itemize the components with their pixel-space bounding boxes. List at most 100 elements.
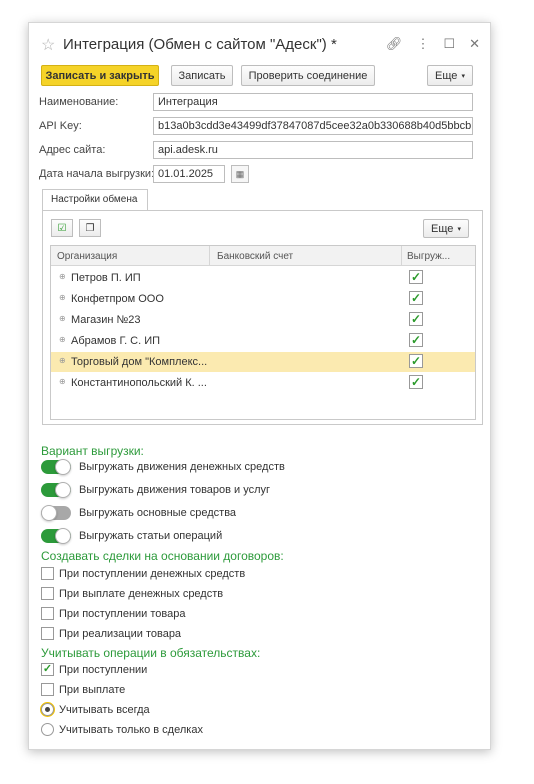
exchange-settings-panel: ☑ ❐ Еще ▾ Организация Банковский счет Вы… bbox=[42, 210, 483, 425]
check-all-icon: ☑ bbox=[57, 222, 67, 234]
table-row[interactable]: ⊕ Магазин №23 ✓ bbox=[51, 310, 475, 330]
window-controls: 🔗︎ ⋮ ☐ ✕ bbox=[386, 36, 480, 52]
org-name: Абрамов Г. С. ИП bbox=[71, 335, 161, 347]
name-row: Наименование: Интеграция bbox=[39, 93, 484, 111]
org-name: Константинопольский К. ... bbox=[71, 377, 207, 389]
radio-deals-only[interactable] bbox=[41, 723, 54, 736]
org-name: Конфетпром ООО bbox=[71, 293, 164, 305]
site-label: Адрес сайта: bbox=[39, 144, 106, 156]
form-window: ☆ Интеграция (Обмен с сайтом "Адеск") * … bbox=[28, 22, 491, 750]
export-checkbox[interactable]: ✓ bbox=[409, 291, 423, 305]
toggle-knob bbox=[55, 459, 71, 475]
tab-exchange-settings[interactable]: Настройки обмена bbox=[42, 189, 148, 211]
obligations-heading: Учитывать операции в обязательствах: bbox=[41, 646, 261, 660]
deal-sales-checkbox[interactable] bbox=[41, 627, 54, 640]
maximize-icon[interactable]: ☐ bbox=[443, 36, 455, 52]
check-connection-button[interactable]: Проверить соединение bbox=[241, 65, 375, 86]
start-date-row: Дата начала выгрузки: 01.01.2025 ▦ bbox=[39, 165, 484, 183]
deal-option-label: При поступлении товара bbox=[59, 608, 186, 620]
radio-label: Учитывать всегда bbox=[59, 704, 150, 716]
deal-money-in-checkbox[interactable] bbox=[41, 567, 54, 580]
toggle-money[interactable] bbox=[41, 459, 71, 475]
toggle-knob bbox=[41, 505, 57, 521]
column-divider bbox=[209, 246, 210, 266]
expand-icon[interactable]: ⊕ bbox=[59, 314, 66, 323]
org-name: Торговый дом "Комплекс... bbox=[71, 356, 208, 368]
deal-money-out-checkbox[interactable] bbox=[41, 587, 54, 600]
title-bar: ☆ Интеграция (Обмен с сайтом "Адеск") * … bbox=[29, 23, 490, 63]
save-and-close-button[interactable]: Записать и закрыть bbox=[41, 65, 159, 86]
calendar-icon[interactable]: ▦ bbox=[231, 165, 249, 183]
deals-heading: Создавать сделки на основании договоров: bbox=[41, 549, 284, 563]
toggle-knob bbox=[55, 482, 71, 498]
toggle-articles-label: Выгружать статьи операций bbox=[79, 530, 223, 542]
chevron-down-icon: ▾ bbox=[457, 225, 461, 233]
apikey-row: API Key: b13a0b3cdd3e43499df37847087d5ce… bbox=[39, 117, 484, 135]
table-row[interactable]: ⊕ Константинопольский К. ... ✓ bbox=[51, 373, 475, 393]
toggle-assets-label: Выгружать основные средства bbox=[79, 507, 237, 519]
expand-icon[interactable]: ⊕ bbox=[59, 377, 66, 386]
toggle-goods[interactable] bbox=[41, 482, 71, 498]
window-title: Интеграция (Обмен с сайтом "Адеск") * bbox=[63, 36, 337, 53]
export-checkbox[interactable]: ✓ bbox=[409, 270, 423, 284]
table-row[interactable]: ⊕ Петров П. ИП ✓ bbox=[51, 268, 475, 288]
deal-option-label: При поступлении денежных средств bbox=[59, 568, 246, 580]
more-button-label: Еще bbox=[435, 69, 458, 82]
save-button[interactable]: Записать bbox=[171, 65, 233, 86]
uncheck-all-button[interactable]: ❐ bbox=[79, 219, 101, 237]
toggle-knob bbox=[55, 528, 71, 544]
name-field[interactable]: Интеграция bbox=[153, 93, 473, 111]
table-row[interactable]: ⊕ Конфетпром ООО ✓ bbox=[51, 289, 475, 309]
grid-more-label: Еще bbox=[431, 222, 454, 235]
deal-option-label: При реализации товара bbox=[59, 628, 182, 640]
toggle-goods-label: Выгружать движения товаров и услуг bbox=[79, 484, 271, 496]
radio-label: Учитывать только в сделках bbox=[59, 724, 203, 736]
table-row[interactable]: ⊕ Абрамов Г. С. ИП ✓ bbox=[51, 331, 475, 351]
column-organization[interactable]: Организация bbox=[57, 251, 117, 262]
copy-icon: ❐ bbox=[85, 222, 95, 234]
link-icon[interactable]: 🔗︎ bbox=[386, 36, 403, 52]
obligation-option-label: При поступлении bbox=[59, 664, 148, 676]
obligation-payment-checkbox[interactable] bbox=[41, 683, 54, 696]
close-icon[interactable]: ✕ bbox=[469, 36, 480, 52]
check-all-button[interactable]: ☑ bbox=[51, 219, 73, 237]
org-name: Петров П. ИП bbox=[71, 272, 141, 284]
chevron-down-icon: ▾ bbox=[461, 72, 465, 80]
toggle-money-label: Выгружать движения денежных средств bbox=[79, 461, 285, 473]
toggle-articles[interactable] bbox=[41, 528, 71, 544]
star-icon[interactable]: ☆ bbox=[41, 35, 55, 55]
obligation-receipt-checkbox[interactable]: ✓ bbox=[41, 663, 54, 676]
site-row: Адрес сайта: api.adesk.ru bbox=[39, 141, 484, 159]
expand-icon[interactable]: ⊕ bbox=[59, 293, 66, 302]
organizations-table: Организация Банковский счет Выгруж... ⊕ … bbox=[50, 245, 476, 420]
start-date-label: Дата начала выгрузки: bbox=[39, 168, 155, 180]
obligation-option-label: При выплате bbox=[59, 684, 126, 696]
apikey-field[interactable]: b13a0b3cdd3e43499df37847087d5cee32a0b330… bbox=[153, 117, 473, 135]
more-vertical-icon[interactable]: ⋮ bbox=[416, 36, 429, 52]
grid-more-button[interactable]: Еще ▾ bbox=[423, 219, 469, 238]
deal-option-label: При выплате денежных средств bbox=[59, 588, 224, 600]
org-name: Магазин №23 bbox=[71, 314, 141, 326]
export-checkbox[interactable]: ✓ bbox=[409, 375, 423, 389]
column-export[interactable]: Выгруж... bbox=[407, 251, 450, 262]
table-row-selected[interactable]: ⊕ Торговый дом "Комплекс... ✓ bbox=[51, 352, 475, 372]
more-button[interactable]: Еще ▾ bbox=[427, 65, 473, 86]
radio-always[interactable] bbox=[41, 703, 54, 716]
column-divider bbox=[401, 246, 402, 266]
toggle-assets[interactable] bbox=[41, 505, 71, 521]
table-header: Организация Банковский счет Выгруж... bbox=[51, 246, 475, 266]
toolbar: Записать и закрыть Записать Проверить со… bbox=[41, 65, 483, 87]
export-checkbox[interactable]: ✓ bbox=[409, 354, 423, 368]
export-checkbox[interactable]: ✓ bbox=[409, 333, 423, 347]
export-variant-heading: Вариант выгрузки: bbox=[41, 444, 144, 458]
expand-icon[interactable]: ⊕ bbox=[59, 272, 66, 281]
start-date-field[interactable]: 01.01.2025 bbox=[153, 165, 225, 183]
deal-goods-in-checkbox[interactable] bbox=[41, 607, 54, 620]
export-checkbox[interactable]: ✓ bbox=[409, 312, 423, 326]
expand-icon[interactable]: ⊕ bbox=[59, 356, 66, 365]
name-label: Наименование: bbox=[39, 96, 119, 108]
expand-icon[interactable]: ⊕ bbox=[59, 335, 66, 344]
site-field[interactable]: api.adesk.ru bbox=[153, 141, 473, 159]
apikey-label: API Key: bbox=[39, 120, 82, 132]
column-bank-account[interactable]: Банковский счет bbox=[217, 251, 293, 262]
